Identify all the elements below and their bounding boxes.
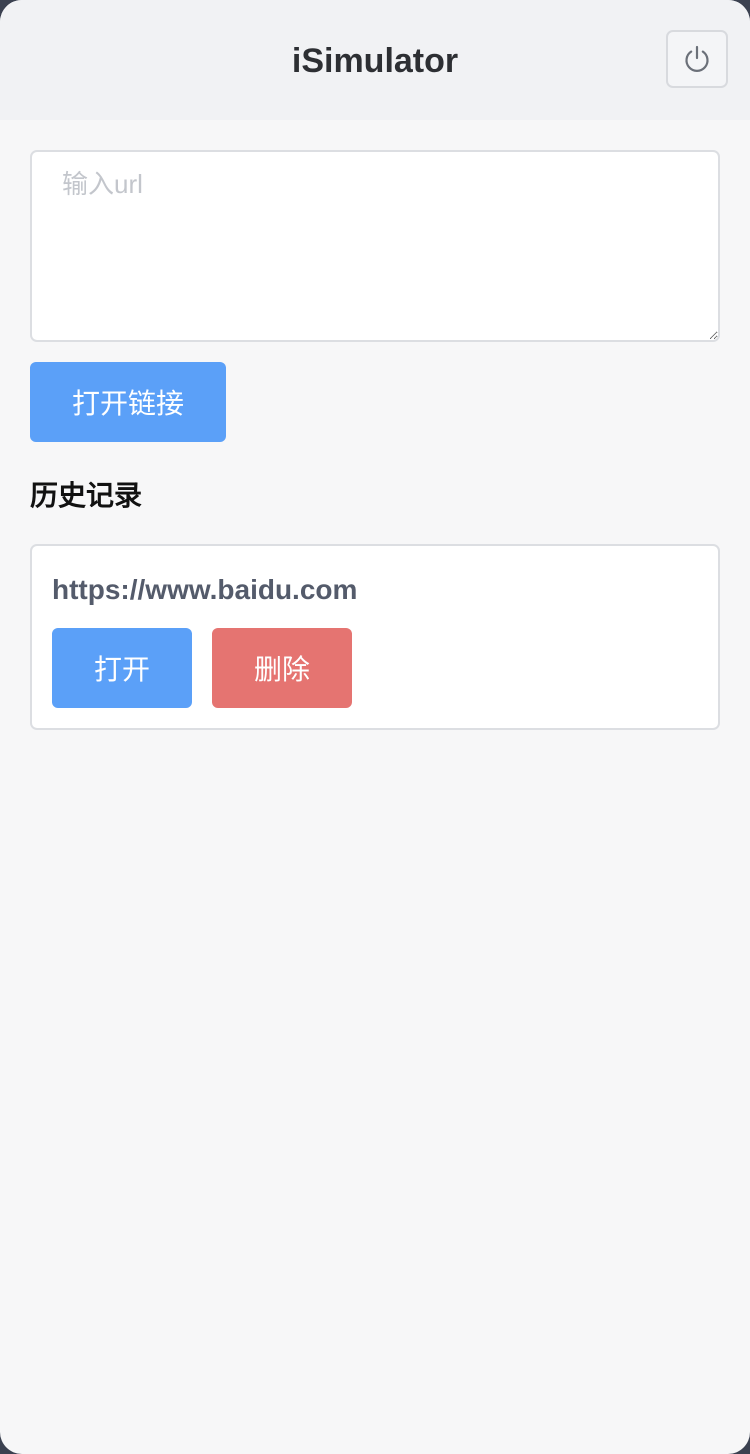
app-window: iSimulator 打开链接 历史记录 https://www.baidu.c…	[0, 0, 750, 1454]
open-link-button[interactable]: 打开链接	[30, 362, 226, 442]
history-item-url: https://www.baidu.com	[52, 574, 358, 605]
power-icon	[682, 44, 712, 74]
header: iSimulator	[0, 0, 750, 120]
history-title: 历史记录	[30, 480, 143, 511]
history-delete-button[interactable]: 删除	[212, 628, 352, 708]
power-button[interactable]	[666, 30, 728, 88]
url-input[interactable]	[30, 150, 720, 342]
history-open-button[interactable]: 打开	[52, 628, 192, 708]
history-item: https://www.baidu.com 打开 删除	[30, 544, 720, 730]
app-title: iSimulator	[291, 42, 459, 80]
